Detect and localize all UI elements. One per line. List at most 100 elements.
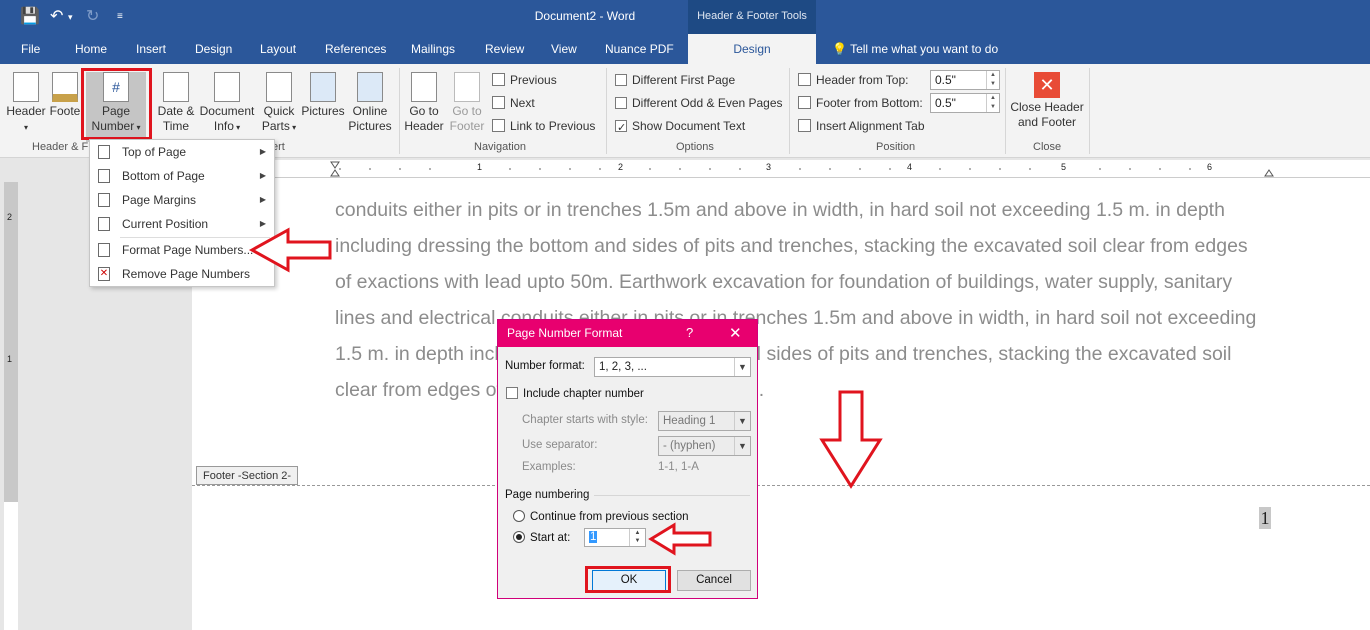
pictures-button[interactable]: Pictures <box>300 72 346 119</box>
tab-review[interactable]: Review <box>485 34 524 64</box>
checkbox-icon <box>615 97 627 109</box>
submenu-arrow-icon: ▶ <box>259 195 266 204</box>
menu-item-current-position[interactable]: Current Position ▶ <box>90 212 274 236</box>
link-to-previous-button[interactable]: Link to Previous <box>492 116 595 136</box>
ruler-mark: 6 <box>1207 162 1213 172</box>
tab-layout[interactable]: Layout <box>260 34 296 64</box>
window-title: Document2 - Word <box>534 9 636 23</box>
horizontal-ruler[interactable]: 1 2 3 4 5 6 <box>190 160 1370 178</box>
quick-parts-button[interactable]: Quick Parts ▾ <box>260 72 298 135</box>
vertical-ruler[interactable]: 2 1 <box>4 182 18 630</box>
cancel-button[interactable]: Cancel <box>677 570 751 591</box>
document-info-button[interactable]: Document Info ▾ <box>198 72 256 135</box>
help-button[interactable]: ? <box>686 325 693 340</box>
annotation-arrow-left <box>248 227 332 273</box>
ribbon-separator <box>789 68 790 154</box>
go-to-footer-button[interactable]: Go to Footer <box>446 72 488 134</box>
menu-item-page-margins[interactable]: Page Margins ▶ <box>90 188 274 212</box>
ruler-mark: 1 <box>7 354 13 364</box>
insert-alignment-tab-button[interactable]: Insert Alignment Tab <box>798 116 925 136</box>
close-icon: ✕ <box>1034 72 1060 98</box>
footer-button[interactable]: Foote <box>48 72 82 119</box>
close-header-footer-button[interactable]: ✕ Close Header and Footer <box>1008 72 1086 130</box>
tab-view[interactable]: View <box>551 34 577 64</box>
tab-home[interactable]: Home <box>75 34 107 64</box>
header-button[interactable]: Header ▾ <box>4 72 48 135</box>
go-to-header-button[interactable]: Go to Header <box>402 72 446 134</box>
menu-item-format-page-numbers[interactable]: Format Page Numbers... <box>90 238 274 262</box>
lightbulb-icon: 💡 <box>832 42 851 56</box>
separator-label: Use separator: <box>522 439 598 451</box>
date-time-button[interactable]: Date & Time <box>155 72 197 134</box>
tab-header-footer-design[interactable]: Design <box>688 34 816 64</box>
document-body[interactable]: conduits either in pits or in trenches 1… <box>335 192 1271 408</box>
spin-arrows-icon[interactable]: ▲ ▼ <box>986 94 999 112</box>
separator-select[interactable]: - (hyphen) ▼ <box>658 436 751 456</box>
submenu-arrow-icon: ▶ <box>259 171 266 180</box>
tab-insert[interactable]: Insert <box>136 34 166 64</box>
header-position-icon <box>798 73 811 86</box>
tab-design[interactable]: Design <box>195 34 232 64</box>
spin-arrows-icon[interactable]: ▲ ▼ <box>629 529 645 546</box>
annotation-arrow-down <box>819 390 883 489</box>
header-from-top-label: Header from Top: <box>798 70 909 90</box>
next-button[interactable]: Next <box>492 93 535 113</box>
ribbon-separator <box>1005 68 1006 154</box>
group-label-navigation: Navigation <box>474 141 526 153</box>
include-chapter-checkbox[interactable]: Include chapter number <box>506 387 644 400</box>
header-from-top-spinner[interactable]: 0.5" ▲ ▼ <box>930 70 1000 90</box>
ruler-mark: 5 <box>1061 162 1067 172</box>
group-label-close: Close <box>1033 141 1062 153</box>
dialog-title: Page Number Format <box>498 320 757 347</box>
ribbon-separator <box>399 68 400 154</box>
page-numbering-label: Page numbering <box>505 489 590 501</box>
text-line: of exactions with lead upto 50m. Earthwo… <box>335 271 1233 293</box>
footer-position-icon <box>798 96 811 109</box>
ruler-mark: 4 <box>907 162 913 172</box>
alignment-tab-icon <box>798 119 811 132</box>
different-first-page-checkbox[interactable]: Different First Page <box>615 70 735 90</box>
menu-item-remove-page-numbers[interactable]: ✕ Remove Page Numbers <box>90 262 274 286</box>
document-info-icon <box>214 72 240 102</box>
tab-file[interactable]: File <box>21 34 40 64</box>
page-number-format-dialog: Page Number Format ? ✕ Number format: 1,… <box>497 319 758 599</box>
group-label-header-footer: Header & F <box>32 141 89 153</box>
ribbon-tabs: File Home Insert Design Layout Reference… <box>0 34 1370 64</box>
online-pictures-button[interactable]: Online Pictures <box>347 72 393 134</box>
show-document-text-checkbox[interactable]: Show Document Text <box>615 116 745 138</box>
text-line: lines and electrical conduits either in … <box>335 307 1257 329</box>
group-label-position: Position <box>876 141 916 153</box>
format-icon <box>98 243 110 257</box>
spin-arrows-icon[interactable]: ▲ ▼ <box>986 71 999 89</box>
ruler-ticks <box>330 161 1274 177</box>
chevron-down-icon: ▼ <box>734 358 750 376</box>
tab-mailings[interactable]: Mailings <box>411 34 455 64</box>
different-odd-even-checkbox[interactable]: Different Odd & Even Pages <box>615 93 783 113</box>
tab-references[interactable]: References <box>325 34 386 64</box>
number-format-select[interactable]: 1, 2, 3, ... ▼ <box>594 357 751 377</box>
next-icon <box>492 96 505 109</box>
footer-from-bottom-spinner[interactable]: 0.5" ▲ ▼ <box>930 93 1000 113</box>
previous-button[interactable]: Previous <box>492 70 557 90</box>
ruler-mark: 2 <box>7 212 13 222</box>
chapter-style-select[interactable]: Heading 1 ▼ <box>658 411 751 431</box>
pictures-icon <box>310 72 336 102</box>
go-to-header-icon <box>411 72 437 102</box>
annotation-box-ok <box>585 566 671 593</box>
dialog-close-button[interactable]: ✕ <box>729 324 742 342</box>
menu-item-bottom-of-page[interactable]: Bottom of Page ▶ <box>90 164 274 188</box>
start-at-radio[interactable]: Start at: <box>513 531 570 544</box>
footer-page-number[interactable]: 1 <box>1259 507 1271 529</box>
checkbox-icon <box>506 387 518 399</box>
menu-item-top-of-page[interactable]: Top of Page ▶ <box>90 140 274 164</box>
start-at-input[interactable]: 1 ▲ ▼ <box>584 528 646 547</box>
online-pictures-icon <box>357 72 383 102</box>
vertical-ruler-margin <box>4 502 18 630</box>
page-icon <box>98 217 110 231</box>
tell-me-search[interactable]: 💡 Tell me what you want to do <box>832 34 998 64</box>
ruler-mark: 2 <box>618 162 624 172</box>
tab-nuance-pdf[interactable]: Nuance PDF <box>605 34 674 64</box>
chevron-down-icon: ▼ <box>734 412 750 430</box>
radio-icon <box>513 510 525 522</box>
footer-section-tag: Footer -Section 2- <box>196 466 299 485</box>
